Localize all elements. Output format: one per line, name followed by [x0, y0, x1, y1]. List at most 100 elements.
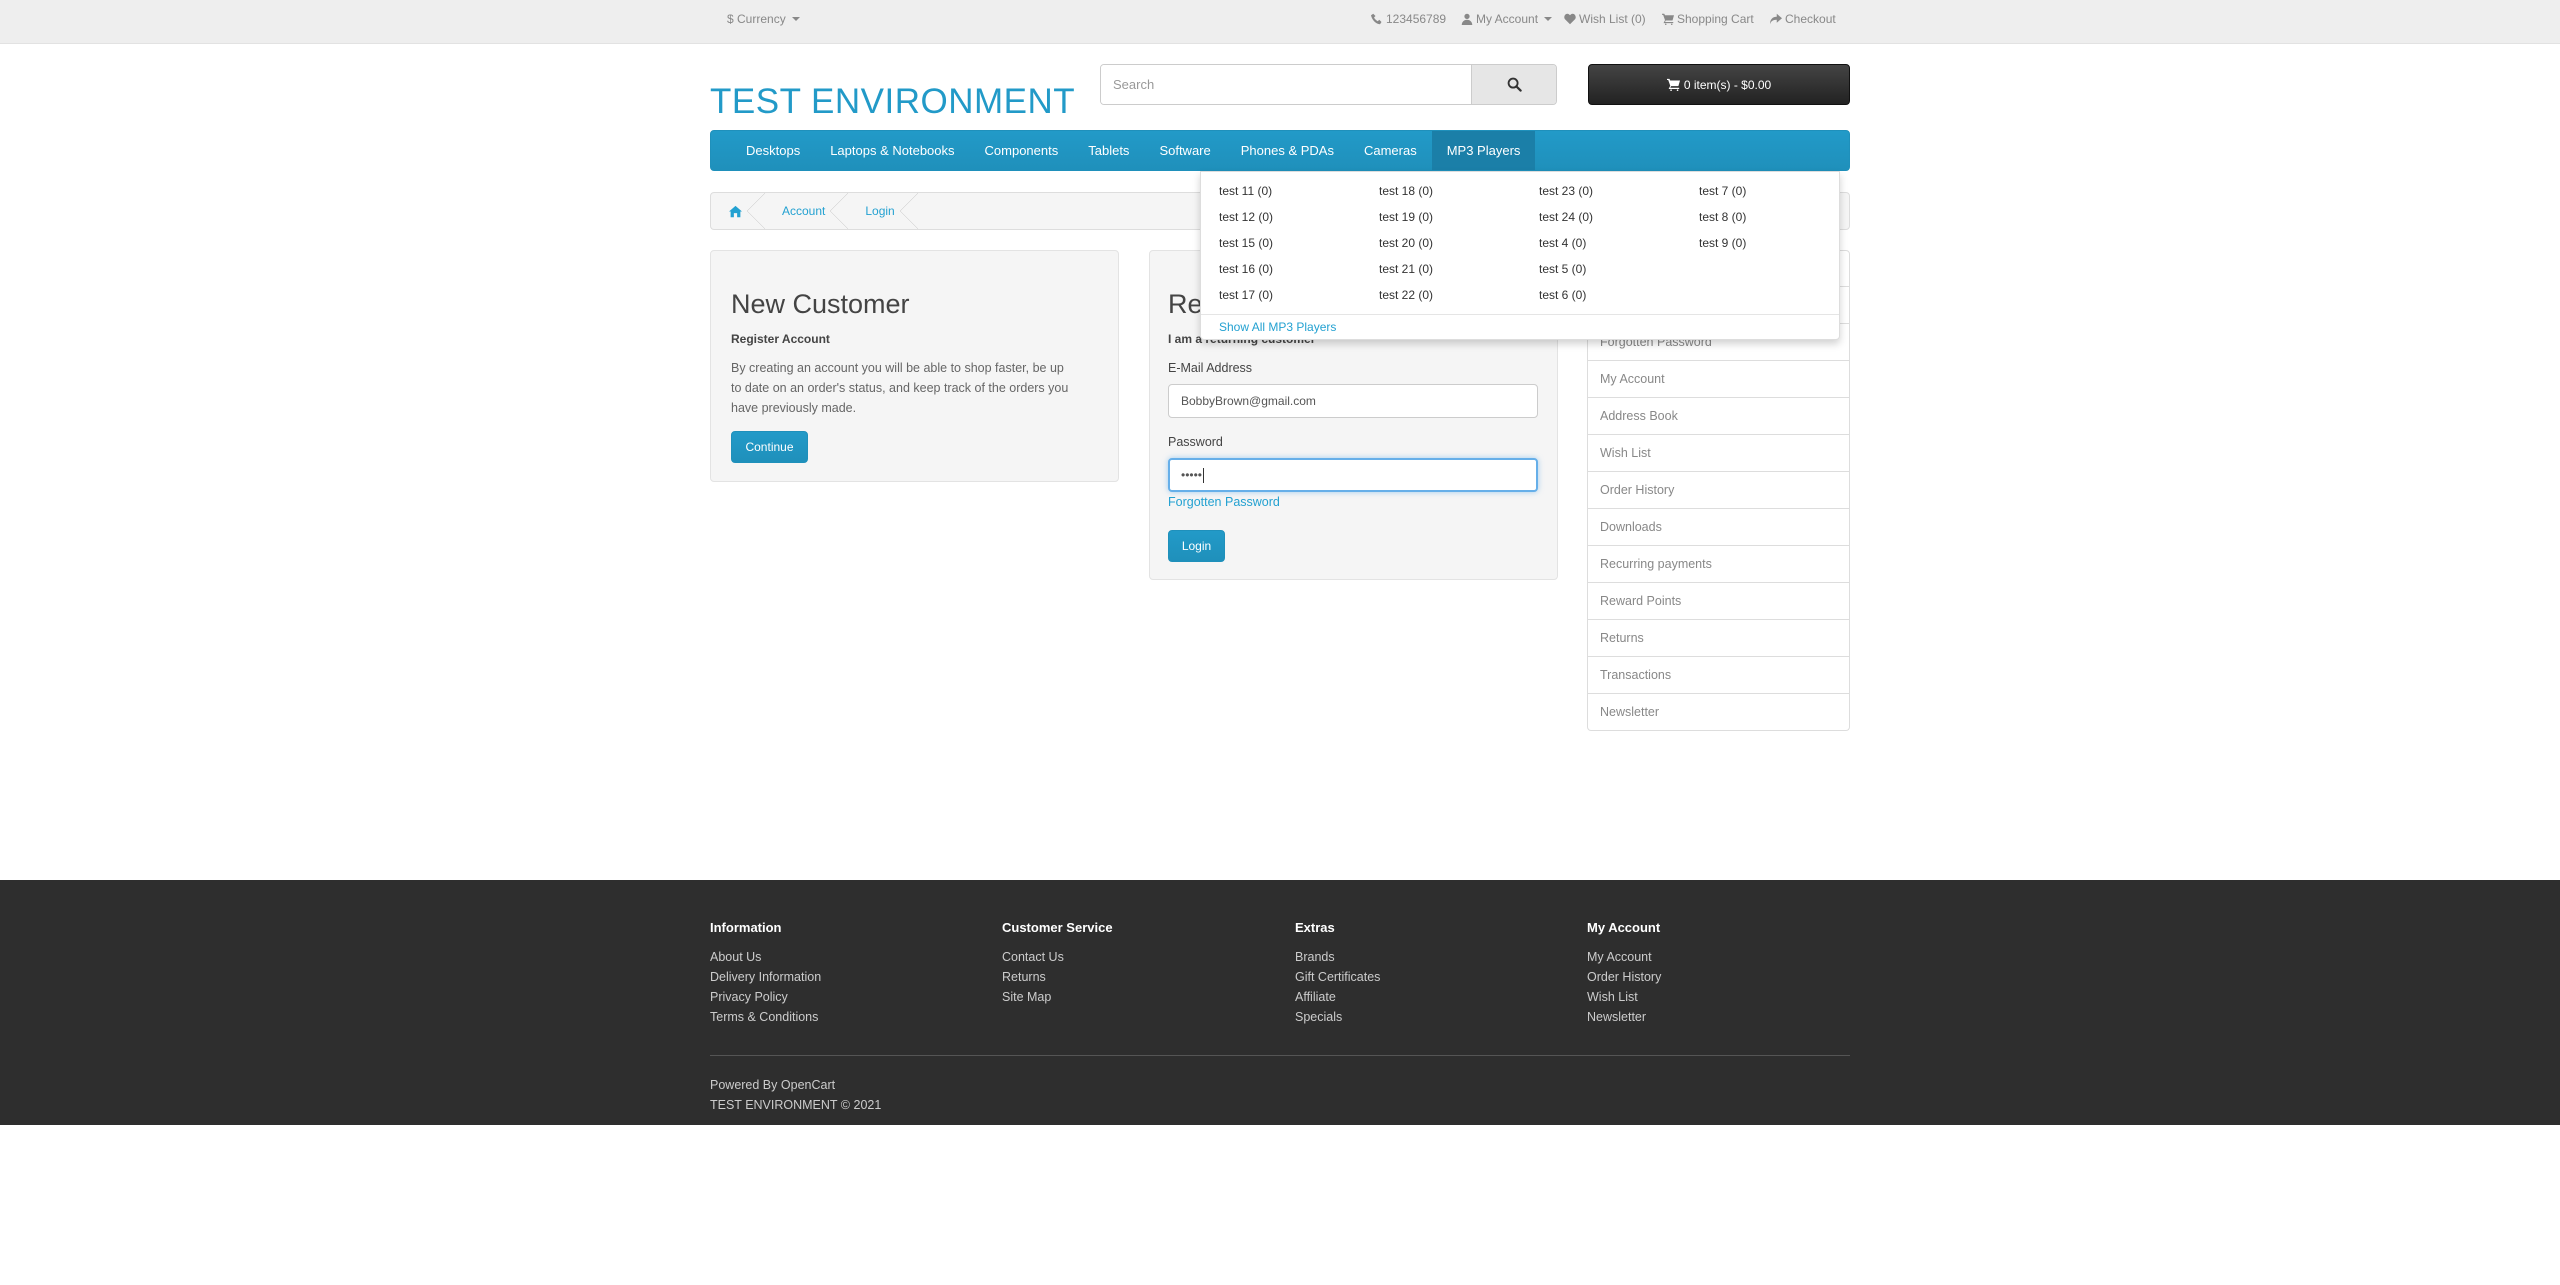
mp3-players-dropdown: test 11 (0) test 12 (0) test 15 (0) test…: [1200, 171, 1840, 340]
phone-icon: [1371, 13, 1382, 25]
wish-list-label: Wish List (0): [1579, 12, 1646, 26]
footer-link-contact-us[interactable]: Contact Us: [1002, 947, 1113, 967]
footer-link-specials[interactable]: Specials: [1295, 1007, 1380, 1027]
my-account-dropdown[interactable]: My Account: [1461, 12, 1553, 26]
dropdown-item[interactable]: test 21 (0): [1379, 262, 1433, 276]
sidebar-item-downloads[interactable]: Downloads: [1587, 509, 1850, 546]
sidebar-item-recurring-payments[interactable]: Recurring payments: [1587, 546, 1850, 583]
continue-button[interactable]: Continue: [731, 431, 808, 463]
footer-link-affiliate[interactable]: Affiliate: [1295, 987, 1380, 1007]
sidebar-item-reward-points[interactable]: Reward Points: [1587, 583, 1850, 620]
currency-dropdown[interactable]: $ Currency: [727, 12, 800, 26]
dropdown-item[interactable]: test 11 (0): [1219, 184, 1272, 198]
dropdown-item[interactable]: test 5 (0): [1539, 262, 1586, 276]
menu-item-laptops[interactable]: Laptops & Notebooks: [815, 131, 969, 170]
footer-link-newsletter[interactable]: Newsletter: [1587, 1007, 1661, 1027]
dropdown-item[interactable]: test 4 (0): [1539, 236, 1586, 250]
footer-link-terms[interactable]: Terms & Conditions: [710, 1007, 821, 1027]
shopping-cart-label: Shopping Cart: [1677, 12, 1754, 26]
currency-label: $ Currency: [727, 12, 786, 26]
menu-item-mp3-players[interactable]: MP3 Players: [1431, 131, 1536, 170]
dropdown-item[interactable]: test 24 (0): [1539, 210, 1593, 224]
footer-column-extras: Extras Brands Gift Certificates Affiliat…: [1295, 920, 1380, 1027]
footer-column-information: Information About Us Delivery Informatio…: [710, 920, 821, 1027]
checkout-link[interactable]: Checkout: [1770, 12, 1836, 26]
menu-item-software[interactable]: Software: [1144, 131, 1225, 170]
email-field[interactable]: BobbyBrown@gmail.com: [1168, 384, 1538, 418]
sidebar-item-order-history[interactable]: Order History: [1587, 472, 1850, 509]
sidebar-item-address-book[interactable]: Address Book: [1587, 398, 1850, 435]
menu-item-tablets[interactable]: Tablets: [1073, 131, 1144, 170]
heart-icon: [1564, 13, 1576, 25]
dropdown-item[interactable]: test 18 (0): [1379, 184, 1433, 198]
login-button[interactable]: Login: [1168, 530, 1225, 562]
dropdown-item[interactable]: test 9 (0): [1699, 236, 1746, 250]
menu-item-desktops[interactable]: Desktops: [731, 131, 815, 170]
footer-heading: Customer Service: [1002, 920, 1113, 935]
breadcrumb-home[interactable]: [711, 193, 765, 229]
footer-link-my-account[interactable]: My Account: [1587, 947, 1661, 967]
breadcrumb-login[interactable]: Login: [847, 193, 919, 229]
dropdown-item[interactable]: test 8 (0): [1699, 210, 1746, 224]
show-all-mp3-players-link[interactable]: Show All MP3 Players: [1219, 320, 1336, 334]
user-icon: [1461, 13, 1473, 25]
sidebar-item-transactions[interactable]: Transactions: [1587, 657, 1850, 694]
dropdown-item[interactable]: test 15 (0): [1219, 236, 1273, 250]
my-account-label: My Account: [1476, 12, 1539, 26]
phone-number: 123456789: [1386, 12, 1447, 26]
footer-heading: Information: [710, 920, 782, 935]
dropdown-item[interactable]: test 12 (0): [1219, 210, 1273, 224]
shopping-cart-link[interactable]: Shopping Cart: [1662, 12, 1754, 26]
forgotten-password-link[interactable]: Forgotten Password: [1168, 495, 1280, 509]
footer-link-order-history[interactable]: Order History: [1587, 967, 1661, 987]
footer-divider: [710, 1055, 1850, 1056]
dropdown-item[interactable]: test 20 (0): [1379, 236, 1433, 250]
dropdown-item[interactable]: test 19 (0): [1379, 210, 1433, 224]
caret-down-icon: [791, 17, 800, 21]
footer-link-brands[interactable]: Brands: [1295, 947, 1380, 967]
menu-item-phones[interactable]: Phones & PDAs: [1226, 131, 1349, 170]
new-customer-title: New Customer: [731, 289, 910, 319]
sidebar-item-wish-list[interactable]: Wish List: [1587, 435, 1850, 472]
search-button[interactable]: [1471, 65, 1556, 104]
sidebar-item-my-account[interactable]: My Account: [1587, 361, 1850, 398]
powered-by: Powered By OpenCart: [710, 1078, 835, 1092]
site-logo[interactable]: TEST ENVIRONMENT: [710, 82, 1075, 122]
phone-link[interactable]: 123456789: [1371, 12, 1446, 26]
footer-link-wish-list[interactable]: Wish List: [1587, 987, 1661, 1007]
opencart-link[interactable]: OpenCart: [781, 1078, 835, 1092]
cart-button[interactable]: 0 item(s) - $0.00: [1588, 64, 1850, 105]
wish-list-link[interactable]: Wish List (0): [1564, 12, 1646, 26]
sidebar-item-newsletter[interactable]: Newsletter: [1587, 694, 1850, 731]
search-icon: [1507, 77, 1522, 92]
menu-item-cameras[interactable]: Cameras: [1349, 131, 1432, 170]
footer-link-gift-certificates[interactable]: Gift Certificates: [1295, 967, 1380, 987]
breadcrumb-account[interactable]: Account: [764, 193, 849, 229]
footer-link-site-map[interactable]: Site Map: [1002, 987, 1113, 1007]
sidebar-item-returns[interactable]: Returns: [1587, 620, 1850, 657]
main-menu: Desktops Laptops & Notebooks Components …: [710, 130, 1850, 171]
footer-column-customer-service: Customer Service Contact Us Returns Site…: [1002, 920, 1113, 1007]
dropdown-item[interactable]: test 7 (0): [1699, 184, 1746, 198]
cart-icon: [1662, 13, 1674, 25]
footer-link-returns[interactable]: Returns: [1002, 967, 1113, 987]
password-field[interactable]: •••••: [1168, 458, 1538, 492]
footer-link-privacy-policy[interactable]: Privacy Policy: [710, 987, 821, 1007]
email-label: E-Mail Address: [1168, 361, 1253, 375]
footer-link-about-us[interactable]: About Us: [710, 947, 821, 967]
register-description: By creating an account you will be able …: [731, 361, 1069, 415]
menu-item-components[interactable]: Components: [970, 131, 1074, 170]
footer: Information About Us Delivery Informatio…: [0, 880, 2560, 1125]
share-icon: [1770, 13, 1782, 25]
footer-heading: My Account: [1587, 920, 1661, 935]
top-bar: $ Currency 123456789 My Account Wish Lis…: [0, 0, 2560, 44]
dropdown-item[interactable]: test 16 (0): [1219, 262, 1273, 276]
footer-link-delivery-information[interactable]: Delivery Information: [710, 967, 821, 987]
dropdown-item[interactable]: test 17 (0): [1219, 288, 1273, 302]
search-bar: [1100, 64, 1557, 105]
footer-column-my-account: My Account My Account Order History Wish…: [1587, 920, 1661, 1027]
search-input[interactable]: [1101, 65, 1471, 104]
dropdown-item[interactable]: test 6 (0): [1539, 288, 1586, 302]
dropdown-item[interactable]: test 22 (0): [1379, 288, 1433, 302]
dropdown-item[interactable]: test 23 (0): [1539, 184, 1593, 198]
